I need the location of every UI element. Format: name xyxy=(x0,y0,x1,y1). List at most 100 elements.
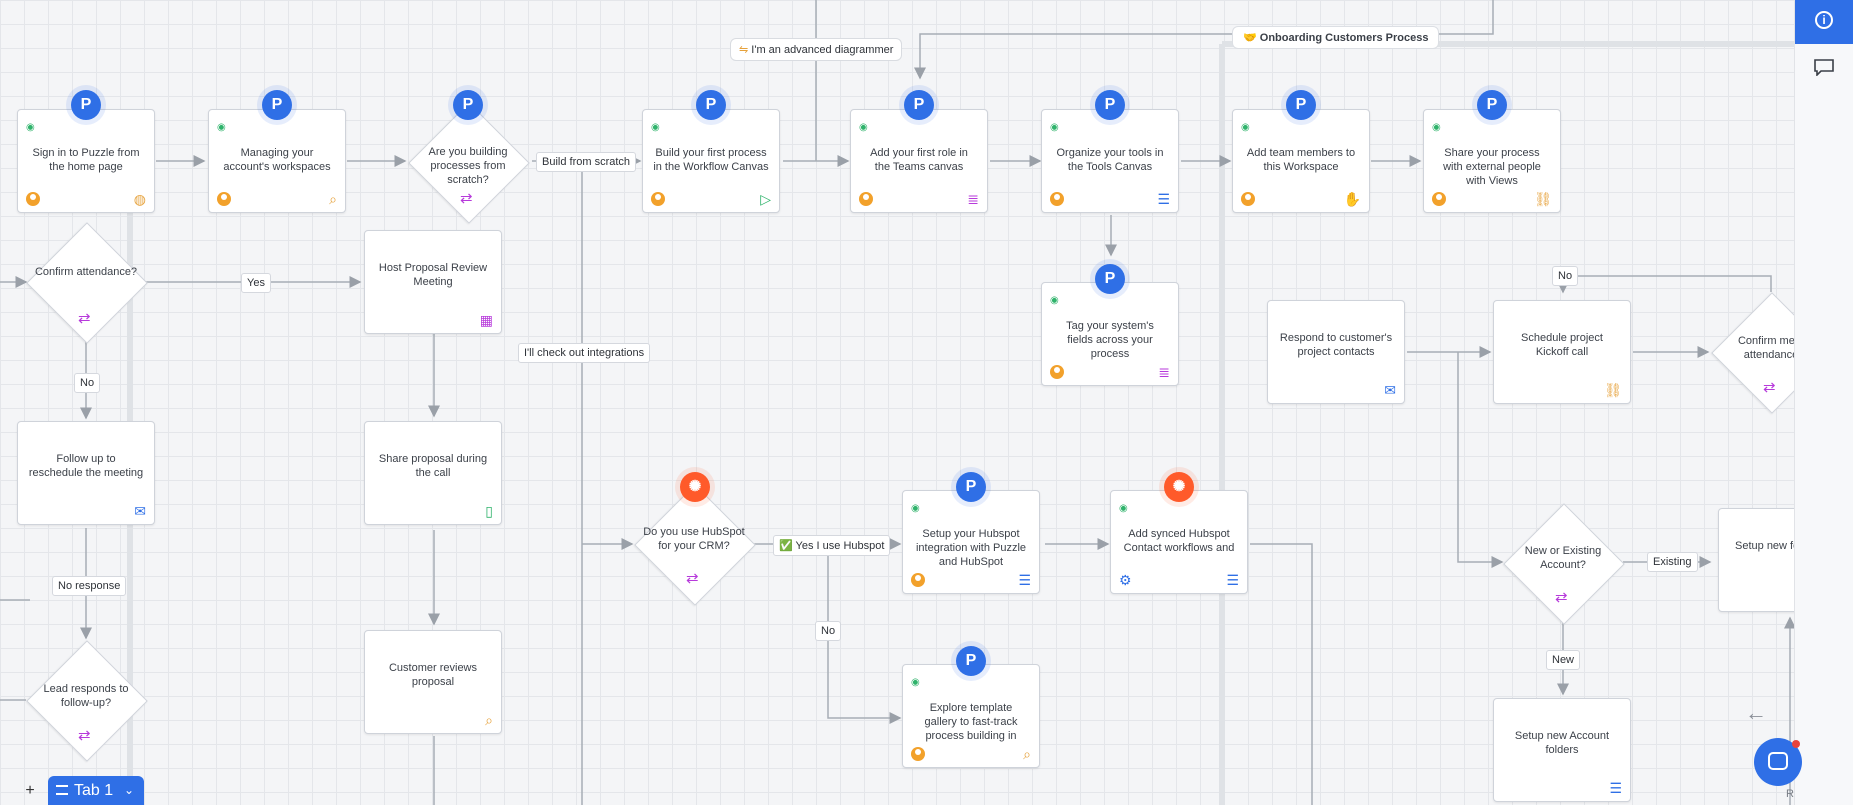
swap-arrows-icon: ⇄ xyxy=(78,310,91,327)
arrow-left-icon[interactable]: ← xyxy=(1745,700,1767,726)
decision-label: New or Existing Account? xyxy=(1524,545,1602,571)
node-label: Add team members to this Workspace xyxy=(1246,147,1356,173)
edge-label-new: New xyxy=(1546,650,1581,670)
add-tab-button[interactable]: + xyxy=(18,782,42,802)
link-icon: ⛓ xyxy=(1604,382,1622,398)
owner-icon xyxy=(911,573,925,587)
node-label: Explore template gallery to fast-track p… xyxy=(924,702,1018,742)
node-label: Follow up to reschedule the meeting xyxy=(28,453,144,479)
node-label: Build your first process in the Workflow… xyxy=(653,147,769,173)
diagram-canvas[interactable]: ⇋ I'm an advanced diagrammer 🤝 Onboardin… xyxy=(0,0,1794,805)
gear-icon: ⚙ xyxy=(1119,572,1132,588)
signal-icon: ◉ xyxy=(1432,122,1441,133)
globe-icon: ◍ xyxy=(133,191,146,207)
node-follow-up[interactable]: Follow up to reschedule the meeting ✉ xyxy=(17,421,155,525)
node-label: Sign in to Puzzle from the home page xyxy=(32,147,140,173)
node-label: Setup new Account folders xyxy=(1514,730,1610,756)
signal-icon: ◉ xyxy=(911,503,920,514)
puzzle-logo-icon: P xyxy=(1286,90,1316,120)
edge-label-check-integrations: I'll check out integrations xyxy=(518,343,651,363)
edge-label-no-response: No response xyxy=(52,576,127,596)
node-share-process-views[interactable]: ◉ Share your process with external peopl… xyxy=(1423,109,1561,213)
signal-icon: ◉ xyxy=(26,122,35,133)
node-sign-in[interactable]: ◉ Sign in to Puzzle from the home page ◍ xyxy=(17,109,155,213)
node-label: Add your first role in the Teams canvas xyxy=(870,147,968,173)
list-icon: ☰ xyxy=(1609,780,1622,796)
puzzle-logo-icon: P xyxy=(1477,90,1507,120)
chevron-down-icon[interactable]: ⌄ xyxy=(124,776,134,805)
node-host-proposal-review[interactable]: Host Proposal Review Meeting ▦ xyxy=(364,230,502,334)
decision-label: Do you use HubSpot for your CRM? xyxy=(643,526,745,552)
list-icon: ☰ xyxy=(1157,191,1170,207)
sticky-note-tag[interactable]: ⇋ I'm an advanced diagrammer xyxy=(730,38,903,61)
database-icon: ≣ xyxy=(967,191,979,207)
edge-label-no-left: No xyxy=(74,373,101,393)
node-label: Schedule project Kickoff call xyxy=(1521,332,1603,358)
node-label: Add synced Hubspot Contact workflows and xyxy=(1123,528,1235,554)
node-customer-reviews[interactable]: Customer reviews proposal ⌕ xyxy=(364,630,502,734)
list-icon: ☰ xyxy=(1226,572,1239,588)
decision-label: Confirm meet attendance xyxy=(1737,335,1794,361)
node-add-team-members[interactable]: ◉ Add team members to this Workspace ✋ xyxy=(1232,109,1370,213)
puzzle-logo-icon: P xyxy=(71,90,101,120)
node-setup-hubspot[interactable]: ◉ Setup your Hubspot integration with Pu… xyxy=(902,490,1040,594)
node-tag-system-fields[interactable]: ◉ Tag your system's fields across your p… xyxy=(1041,282,1179,386)
signal-icon: ◉ xyxy=(1119,503,1128,514)
chat-icon xyxy=(1768,752,1788,770)
node-add-synced-hubspot[interactable]: ◉ Add synced Hubspot Contact workflows a… xyxy=(1110,490,1248,594)
node-managing-workspaces[interactable]: ◉ Managing your account's workspaces ⌕ xyxy=(208,109,346,213)
edge-label-yes: Yes xyxy=(241,273,271,293)
chat-button[interactable] xyxy=(1754,738,1802,786)
owner-icon xyxy=(1050,365,1064,379)
node-setup-folders[interactable]: Setup new folders for xyxy=(1718,508,1794,612)
search-icon: ⌕ xyxy=(329,191,337,207)
edge-label-existing: Existing xyxy=(1647,552,1698,572)
right-sidebar: i xyxy=(1794,0,1853,805)
node-label: Organize your tools in the Tools Canvas xyxy=(1056,147,1164,173)
list-icon: ☰ xyxy=(1018,572,1031,588)
swap-arrows-icon: ⇄ xyxy=(1763,379,1776,396)
mail-icon: ✉ xyxy=(1384,382,1396,398)
owner-icon xyxy=(217,192,231,206)
handshake-icon: 🤝 xyxy=(1243,32,1260,44)
signal-icon: ◉ xyxy=(651,122,660,133)
node-label: Tag your system's fields across your pro… xyxy=(1066,320,1154,360)
tab-1[interactable]: Tab 1 ⌄ xyxy=(48,776,144,805)
node-share-proposal[interactable]: Share proposal during the call ▯ xyxy=(364,421,502,525)
calendar-icon: ▦ xyxy=(479,312,493,328)
tab-label: Tab 1 xyxy=(74,782,114,799)
comment-icon[interactable] xyxy=(1813,58,1835,76)
document-icon: ▯ xyxy=(485,503,493,519)
node-explore-template[interactable]: ◉ Explore template gallery to fast-track… xyxy=(902,664,1040,768)
decision-label: Confirm attendance? xyxy=(34,266,138,278)
signal-icon: ◉ xyxy=(1050,295,1059,306)
swimlane-title: Onboarding Customers Process xyxy=(1259,32,1429,44)
tag-note-text: I'm an advanced diagrammer xyxy=(751,44,894,56)
owner-icon xyxy=(1432,192,1446,206)
node-label: Share your process with external people … xyxy=(1443,147,1541,187)
owner-icon xyxy=(859,192,873,206)
search-icon: ⌕ xyxy=(485,712,493,728)
decision-label: Lead responds to follow-up? xyxy=(43,683,129,709)
node-label: Setup your Hubspot integration with Puzz… xyxy=(915,528,1027,568)
decision-label: Are you building processes from scratch? xyxy=(428,146,508,186)
node-label: Customer reviews proposal xyxy=(388,662,478,688)
node-build-first-process[interactable]: ◉ Build your first process in the Workfl… xyxy=(642,109,780,213)
node-label: Setup new folders for xyxy=(1735,540,1794,552)
link-icon: ⛓ xyxy=(1534,191,1552,207)
node-setup-account-folders[interactable]: Setup new Account folders ☰ xyxy=(1493,698,1631,802)
node-organize-tools[interactable]: ◉ Organize your tools in the Tools Canva… xyxy=(1041,109,1179,213)
node-add-first-role[interactable]: ◉ Add your first role in the Teams canva… xyxy=(850,109,988,213)
node-respond-contacts[interactable]: Respond to customer's project contacts ✉ xyxy=(1267,300,1405,404)
swap-arrows-icon: ⇄ xyxy=(460,190,473,207)
hubspot-logo-icon: ✺ xyxy=(1164,472,1194,502)
owner-icon xyxy=(1050,192,1064,206)
info-button[interactable]: i xyxy=(1795,0,1853,44)
signal-icon: ◉ xyxy=(911,677,920,688)
edge-label-no-mid: No xyxy=(815,621,842,641)
swimlane-header[interactable]: 🤝 Onboarding Customers Process xyxy=(1232,26,1440,49)
node-label: Host Proposal Review Meeting xyxy=(378,262,488,288)
node-schedule-kickoff[interactable]: Schedule project Kickoff call ⛓ xyxy=(1493,300,1631,404)
owner-icon xyxy=(911,747,925,761)
node-label: Share proposal during the call xyxy=(378,453,488,479)
